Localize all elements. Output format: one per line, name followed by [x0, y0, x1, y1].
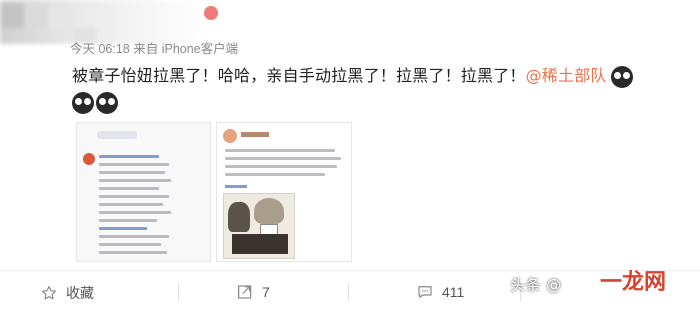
doge-emoji-icon: [96, 92, 118, 114]
star-icon: [42, 286, 56, 300]
action-separator: [348, 283, 349, 301]
image-content: [99, 243, 161, 246]
comment-count: 411: [442, 284, 465, 300]
image-thumbnail-1[interactable]: [76, 122, 211, 262]
image-content: [225, 165, 337, 168]
image-content: [232, 234, 288, 254]
favorite-button[interactable]: 收藏: [40, 283, 94, 303]
image-thumbnail-2[interactable]: [216, 122, 352, 262]
image-content: [99, 235, 169, 238]
image-content: [99, 187, 159, 190]
avatar-mosaic: [0, 4, 24, 28]
image-content: [225, 173, 325, 176]
post-meta: 今天 06:18 来自 iPhone客户端: [70, 42, 239, 56]
comic-image: [223, 193, 295, 259]
action-separator: [178, 283, 179, 301]
image-content: [99, 227, 147, 230]
image-content: [99, 171, 165, 174]
comment-button[interactable]: 411: [416, 283, 464, 301]
doge-emoji-icon: [610, 65, 633, 88]
avatar-mosaic: [24, 4, 48, 28]
image-content: [225, 149, 335, 152]
action-bar-divider: [0, 270, 700, 271]
image-content: [225, 185, 247, 188]
comment-icon: [418, 286, 432, 298]
repost-icon: [238, 285, 252, 299]
post-body: 被章子怡妞拉黑了！哈哈，亲自手动拉黑了！拉黑了！拉黑了！: [72, 66, 526, 85]
repost-count: 7: [262, 284, 270, 300]
image-content: [99, 211, 171, 214]
repost-button[interactable]: 7: [236, 283, 270, 301]
doge-emoji-icon: [72, 92, 94, 114]
avatar-mosaic: [48, 4, 72, 28]
avatar: [223, 129, 237, 143]
weibo-logo-icon: [83, 153, 95, 165]
image-content: [99, 195, 169, 198]
image-content: [99, 251, 167, 254]
image-content: [225, 157, 341, 160]
emoji-row: [72, 92, 118, 114]
watermark-logo: 一龙网: [600, 270, 667, 295]
image-content: [99, 155, 159, 158]
image-content: [254, 198, 284, 224]
post-text: 被章子怡妞拉黑了！哈哈，亲自手动拉黑了！拉黑了！拉黑了！@稀土部队: [72, 62, 633, 88]
mention-link[interactable]: @稀土部队: [526, 66, 607, 85]
image-content: [99, 203, 163, 206]
image-content: [99, 219, 157, 222]
watermark-text: 头条 @: [510, 276, 562, 294]
image-content: [97, 131, 137, 139]
favorite-label: 收藏: [66, 285, 94, 301]
image-content: [241, 132, 269, 137]
image-content: [99, 179, 171, 182]
user-badge-icon: [204, 6, 218, 20]
image-content: [99, 163, 169, 166]
image-content: [228, 202, 250, 232]
